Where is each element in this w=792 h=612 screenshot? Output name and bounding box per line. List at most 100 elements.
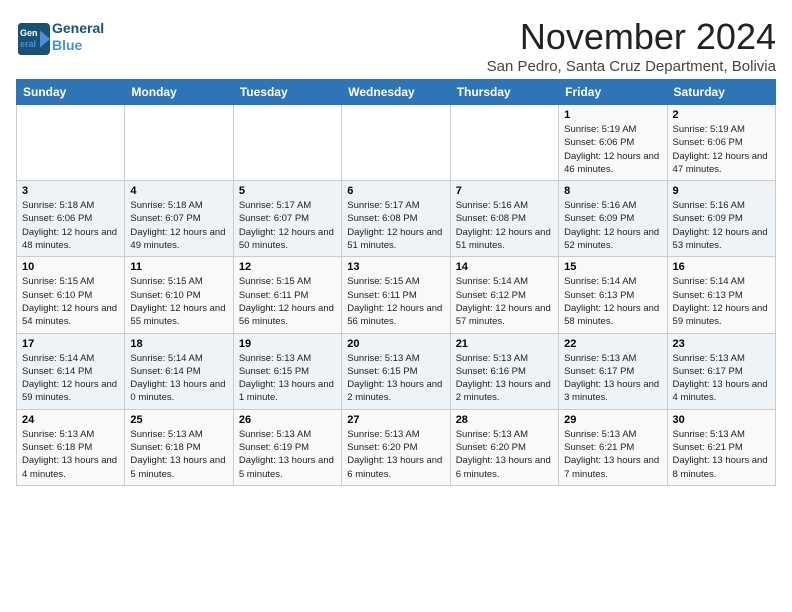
calendar-day-cell: 8 Sunrise: 5:16 AMSunset: 6:09 PMDaylight…: [559, 181, 667, 257]
day-number: 27: [347, 414, 444, 426]
calendar-day-cell: 14Sunrise: 5:14 AMSunset: 6:12 PMDayligh…: [450, 257, 558, 333]
calendar-day-cell: 2Sunrise: 5:19 AMSunset: 6:06 PMDaylight…: [667, 105, 775, 181]
day-number: 28: [456, 414, 553, 426]
calendar-week-row: 3Sunrise: 5:18 AMSunset: 6:06 PMDaylight…: [17, 181, 776, 257]
svg-text:eral: eral: [20, 39, 36, 49]
calendar-day-cell: 7 Sunrise: 5:16 AMSunset: 6:08 PMDaylight…: [450, 181, 558, 257]
day-info: Sunrise: 5:16 AMSunset: 6:09 PMDaylight:…: [564, 199, 661, 252]
day-number: 22: [564, 338, 661, 350]
day-info: Sunrise: 5:13 AMSunset: 6:16 PMDaylight:…: [456, 352, 553, 405]
day-info: Sunrise: 5:14 AMSunset: 6:14 PMDaylight:…: [130, 352, 227, 405]
weekday-header-cell: Thursday: [450, 80, 558, 105]
calendar-body: 1 Sunrise: 5:19 AMSunset: 6:06 PMDaylight…: [17, 105, 776, 486]
calendar-day-cell: 6Sunrise: 5:17 AMSunset: 6:08 PMDaylight…: [342, 181, 450, 257]
calendar-day-cell: 13Sunrise: 5:15 AMSunset: 6:11 PMDayligh…: [342, 257, 450, 333]
calendar-day-cell: 30 Sunrise: 5:13 AMSunset: 6:21 PMDayligh…: [667, 409, 775, 485]
calendar-table: SundayMondayTuesdayWednesdayThursdayFrid…: [16, 79, 776, 486]
day-info: Sunrise: 5:13 AMSunset: 6:20 PMDaylight:…: [456, 428, 553, 481]
calendar-day-cell: 25 Sunrise: 5:13 AMSunset: 6:18 PMDayligh…: [125, 409, 233, 485]
day-info: Sunrise: 5:14 AMSunset: 6:13 PMDaylight:…: [564, 275, 661, 328]
day-number: 20: [347, 338, 444, 350]
day-number: 26: [239, 414, 336, 426]
calendar-title: November 2024: [487, 16, 776, 58]
day-info: Sunrise: 5:13 AMSunset: 6:19 PMDaylight:…: [239, 428, 336, 481]
day-info: Sunrise: 5:14 AMSunset: 6:14 PMDaylight:…: [22, 352, 119, 405]
calendar-day-cell: 11 Sunrise: 5:15 AMSunset: 6:10 PMDayligh…: [125, 257, 233, 333]
header: Gen eral General Blue November 2024 San …: [16, 16, 776, 75]
weekday-header-cell: Sunday: [17, 80, 125, 105]
day-number: 29: [564, 414, 661, 426]
day-number: 8: [564, 185, 661, 197]
day-number: 17: [22, 338, 119, 350]
calendar-day-cell: 27 Sunrise: 5:13 AMSunset: 6:20 PMDayligh…: [342, 409, 450, 485]
calendar-week-row: 17 Sunrise: 5:14 AMSunset: 6:14 PMDayligh…: [17, 333, 776, 409]
day-number: 18: [130, 338, 227, 350]
calendar-day-cell: 26 Sunrise: 5:13 AMSunset: 6:19 PMDayligh…: [233, 409, 341, 485]
calendar-day-cell: 12 Sunrise: 5:15 AMSunset: 6:11 PMDayligh…: [233, 257, 341, 333]
calendar-day-cell: 21 Sunrise: 5:13 AMSunset: 6:16 PMDayligh…: [450, 333, 558, 409]
day-number: 16: [673, 261, 770, 273]
day-info: Sunrise: 5:19 AMSunset: 6:06 PMDaylight:…: [673, 123, 770, 176]
day-info: Sunrise: 5:17 AMSunset: 6:07 PMDaylight:…: [239, 199, 336, 252]
calendar-day-cell: 18 Sunrise: 5:14 AMSunset: 6:14 PMDayligh…: [125, 333, 233, 409]
calendar-day-cell: 3Sunrise: 5:18 AMSunset: 6:06 PMDaylight…: [17, 181, 125, 257]
calendar-day-cell: 16 Sunrise: 5:14 AMSunset: 6:13 PMDayligh…: [667, 257, 775, 333]
day-info: Sunrise: 5:13 AMSunset: 6:20 PMDaylight:…: [347, 428, 444, 481]
day-number: 13: [347, 261, 444, 273]
day-info: Sunrise: 5:13 AMSunset: 6:15 PMDaylight:…: [239, 352, 336, 405]
day-number: 4: [130, 185, 227, 197]
svg-text:Gen: Gen: [20, 28, 38, 38]
weekday-header-cell: Tuesday: [233, 80, 341, 105]
weekday-header-cell: Monday: [125, 80, 233, 105]
day-number: 5: [239, 185, 336, 197]
calendar-day-cell: 15Sunrise: 5:14 AMSunset: 6:13 PMDayligh…: [559, 257, 667, 333]
calendar-week-row: 24Sunrise: 5:13 AMSunset: 6:18 PMDayligh…: [17, 409, 776, 485]
day-info: Sunrise: 5:16 AMSunset: 6:08 PMDaylight:…: [456, 199, 553, 252]
calendar-day-cell: [125, 105, 233, 181]
day-info: Sunrise: 5:14 AMSunset: 6:13 PMDaylight:…: [673, 275, 770, 328]
day-number: 11: [130, 261, 227, 273]
day-number: 6: [347, 185, 444, 197]
day-info: Sunrise: 5:13 AMSunset: 6:18 PMDaylight:…: [130, 428, 227, 481]
day-number: 19: [239, 338, 336, 350]
day-info: Sunrise: 5:15 AMSunset: 6:11 PMDaylight:…: [239, 275, 336, 328]
day-info: Sunrise: 5:14 AMSunset: 6:12 PMDaylight:…: [456, 275, 553, 328]
day-number: 7: [456, 185, 553, 197]
day-number: 10: [22, 261, 119, 273]
day-number: 21: [456, 338, 553, 350]
day-info: Sunrise: 5:13 AMSunset: 6:17 PMDaylight:…: [564, 352, 661, 405]
calendar-week-row: 10 Sunrise: 5:15 AMSunset: 6:10 PMDayligh…: [17, 257, 776, 333]
day-number: 3: [22, 185, 119, 197]
weekday-header-cell: Wednesday: [342, 80, 450, 105]
weekday-header-cell: Friday: [559, 80, 667, 105]
day-info: Sunrise: 5:19 AMSunset: 6:06 PMDaylight:…: [564, 123, 661, 176]
day-info: Sunrise: 5:13 AMSunset: 6:15 PMDaylight:…: [347, 352, 444, 405]
calendar-day-cell: 9Sunrise: 5:16 AMSunset: 6:09 PMDaylight…: [667, 181, 775, 257]
weekday-header-row: SundayMondayTuesdayWednesdayThursdayFrid…: [17, 80, 776, 105]
logo-icon: Gen eral: [16, 21, 48, 53]
calendar-subtitle: San Pedro, Santa Cruz Department, Bolivi…: [487, 58, 776, 75]
day-number: 1: [564, 109, 661, 121]
day-info: Sunrise: 5:16 AMSunset: 6:09 PMDaylight:…: [673, 199, 770, 252]
day-info: Sunrise: 5:13 AMSunset: 6:17 PMDaylight:…: [673, 352, 770, 405]
calendar-day-cell: 17 Sunrise: 5:14 AMSunset: 6:14 PMDayligh…: [17, 333, 125, 409]
day-number: 30: [673, 414, 770, 426]
day-info: Sunrise: 5:13 AMSunset: 6:21 PMDaylight:…: [564, 428, 661, 481]
day-number: 25: [130, 414, 227, 426]
day-info: Sunrise: 5:15 AMSunset: 6:10 PMDaylight:…: [22, 275, 119, 328]
day-number: 12: [239, 261, 336, 273]
calendar-day-cell: 1 Sunrise: 5:19 AMSunset: 6:06 PMDaylight…: [559, 105, 667, 181]
day-info: Sunrise: 5:13 AMSunset: 6:18 PMDaylight:…: [22, 428, 119, 481]
calendar-day-cell: [342, 105, 450, 181]
calendar-day-cell: 10 Sunrise: 5:15 AMSunset: 6:10 PMDayligh…: [17, 257, 125, 333]
calendar-day-cell: 19 Sunrise: 5:13 AMSunset: 6:15 PMDayligh…: [233, 333, 341, 409]
calendar-day-cell: [233, 105, 341, 181]
calendar-day-cell: 24Sunrise: 5:13 AMSunset: 6:18 PMDayligh…: [17, 409, 125, 485]
calendar-day-cell: 22 Sunrise: 5:13 AMSunset: 6:17 PMDayligh…: [559, 333, 667, 409]
calendar-week-row: 1 Sunrise: 5:19 AMSunset: 6:06 PMDaylight…: [17, 105, 776, 181]
calendar-day-cell: 29 Sunrise: 5:13 AMSunset: 6:21 PMDayligh…: [559, 409, 667, 485]
day-number: 23: [673, 338, 770, 350]
calendar-day-cell: 20 Sunrise: 5:13 AMSunset: 6:15 PMDayligh…: [342, 333, 450, 409]
day-info: Sunrise: 5:13 AMSunset: 6:21 PMDaylight:…: [673, 428, 770, 481]
day-info: Sunrise: 5:15 AMSunset: 6:10 PMDaylight:…: [130, 275, 227, 328]
